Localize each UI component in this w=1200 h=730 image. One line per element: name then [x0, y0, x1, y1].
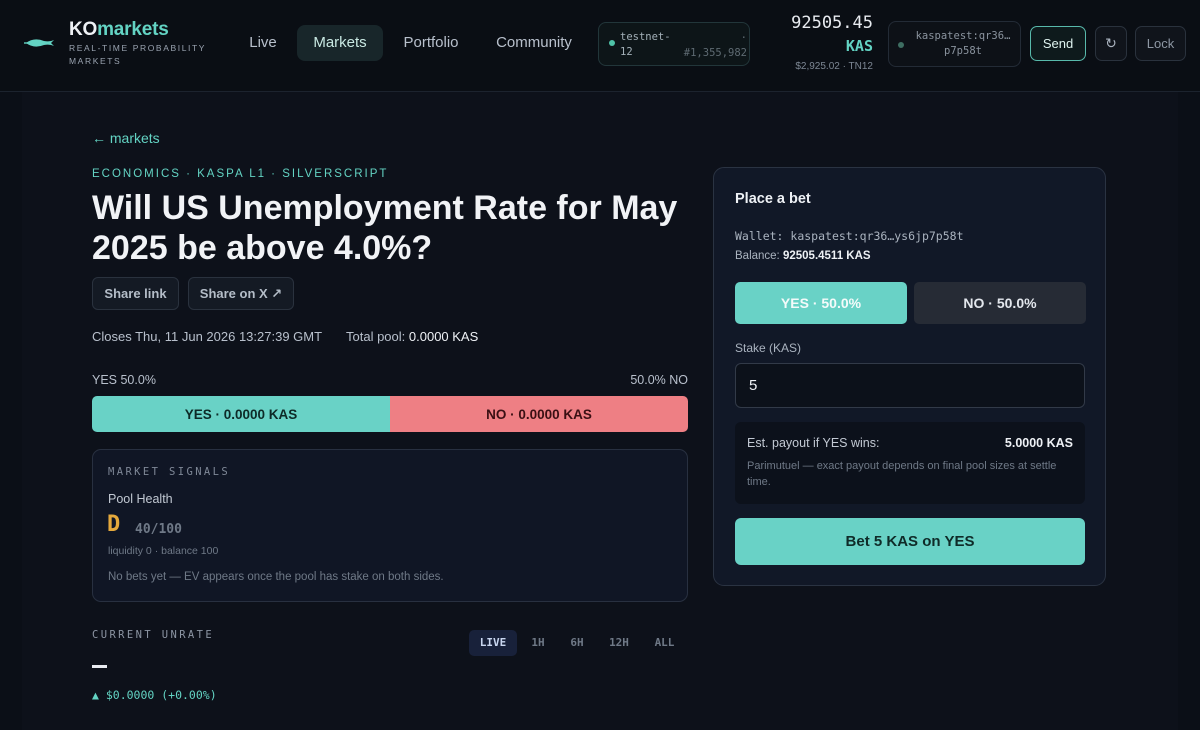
back-to-markets-link[interactable]: ← markets — [92, 130, 160, 146]
yes-odds-label: YES 50.0% — [92, 373, 156, 387]
top-header: KOmarkets Real-time probability markets … — [0, 0, 1200, 92]
network-block-height: #1,355,982 — [683, 47, 747, 59]
timeframe-12h-tab[interactable]: 12H — [601, 630, 637, 656]
network-indicator[interactable]: testnet-12 · #1,355,982 — [598, 22, 750, 66]
stake-input[interactable] — [735, 363, 1085, 408]
nav-live[interactable]: Live — [236, 25, 290, 61]
network-separator: · — [740, 32, 747, 44]
brand-name-markets: markets — [97, 19, 169, 40]
pool-bar-no: NO · 0.0000 KAS — [390, 396, 688, 432]
timeframe-6h-tab[interactable]: 6H — [562, 630, 592, 656]
header-balance-amount: 92505.45 — [791, 13, 873, 33]
no-odds-label: 50.0% NO — [630, 373, 688, 387]
stake-label: Stake (KAS) — [735, 341, 802, 355]
bet-side-yes-button[interactable]: YES · 50.0% — [735, 282, 907, 324]
bet-wallet-value: kaspatest:qr36…ys6jp7p58t — [790, 229, 964, 243]
bet-side-no-button[interactable]: NO · 50.0% — [914, 282, 1086, 324]
share-on-x-button[interactable]: Share on X ↗ — [188, 277, 294, 310]
pool-split-bar: YES · 0.0000 KAS NO · 0.0000 KAS — [92, 396, 688, 432]
wallet-status-dot-icon — [898, 42, 904, 48]
bet-balance: Balance: 92505.4511 KAS — [735, 250, 871, 262]
signals-note: No bets yet — EV appears once the pool h… — [108, 571, 444, 583]
total-pool: Total pool: 0.0000 KAS — [346, 329, 478, 344]
timeframe-all-tab[interactable]: ALL — [647, 630, 682, 656]
place-bet-title: Place a bet — [735, 191, 811, 207]
share-link-button[interactable]: Share link — [92, 277, 179, 310]
payout-estimate-box: Est. payout if YES wins: 5.0000 KAS Pari… — [735, 422, 1085, 504]
wallet-address-pill[interactable]: kaspatest:qr36… p7p58t — [888, 21, 1021, 67]
market-category: Economics · Kaspa L1 · SilverScript — [92, 168, 389, 180]
place-bet-card: Place a bet Wallet: kaspatest:qr36…ys6jp… — [713, 167, 1106, 586]
brand-name-ko: KO — [69, 19, 98, 40]
pool-bar-yes: YES · 0.0000 KAS — [92, 396, 390, 432]
timeframe-1h-tab[interactable]: 1H — [524, 630, 552, 656]
unrate-change: ▲ $0.0000 (+0.00%) — [92, 688, 217, 702]
current-unrate-label: Current UNRATE — [92, 629, 215, 641]
lock-button[interactable]: Lock — [1135, 26, 1186, 61]
refresh-icon[interactable]: ↻ — [1095, 26, 1127, 61]
market-title: Will US Unemployment Rate for May 2025 b… — [92, 189, 678, 267]
payout-note: Parimutuel — exact payout depends on fin… — [747, 460, 1057, 488]
header-balance-unit: KAS — [845, 37, 873, 55]
wallet-address: kaspatest:qr36… p7p58t — [915, 30, 1011, 57]
send-button[interactable]: Send — [1030, 26, 1086, 61]
market-close-time: Closes Thu, 11 Jun 2026 13:27:39 GMT — [92, 329, 323, 344]
pool-health-label: Pool Health — [108, 492, 173, 506]
brand-name[interactable]: KOmarkets — [69, 19, 169, 41]
brand-tagline: Real-time probability markets — [69, 43, 206, 66]
nav-community[interactable]: Community — [483, 25, 585, 61]
bet-balance-label: Balance: — [735, 250, 780, 262]
bet-wallet: Wallet: kaspatest:qr36…ys6jp7p58t — [735, 229, 964, 243]
bet-wallet-label: Wallet: — [735, 229, 784, 243]
nav-markets[interactable]: Markets — [297, 25, 383, 61]
header-balance-usd: $2,925.02 · TN12 — [795, 61, 873, 72]
bet-balance-value: 92505.4511 KAS — [782, 250, 871, 262]
pool-health-detail: liquidity 0 · balance 100 — [108, 545, 219, 557]
market-signals-card: Market Signals Pool Health D 40/100 liqu… — [92, 449, 688, 602]
payout-label: Est. payout if YES wins: — [747, 436, 880, 450]
total-pool-label: Total pool: — [346, 329, 406, 344]
payout-value: 5.0000 KAS — [1004, 436, 1073, 450]
place-bet-button[interactable]: Bet 5 KAS on YES — [735, 518, 1085, 565]
network-name: testnet-12 — [620, 31, 671, 58]
network-status-dot-icon — [609, 40, 615, 46]
timeframe-live-tab[interactable]: LIVE — [469, 630, 517, 656]
pool-health-grade: D — [107, 512, 121, 537]
unrate-value-placeholder — [92, 665, 107, 668]
nav-portfolio[interactable]: Portfolio — [391, 25, 471, 61]
signals-heading: Market Signals — [108, 466, 231, 478]
pool-health-score: 40/100 — [135, 522, 182, 537]
network-block: · #1,355,982 — [679, 31, 747, 61]
fish-logo-icon — [24, 39, 54, 47]
total-pool-value: 0.0000 KAS — [408, 329, 479, 344]
